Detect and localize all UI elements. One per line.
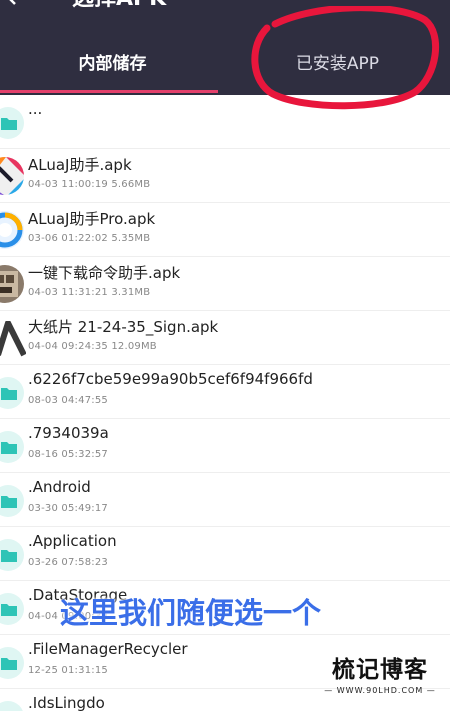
page-title: 选择APK: [72, 0, 166, 12]
app-header: 选择APK 内部储存 已安装APP: [0, 0, 450, 95]
file-name: .7934039a: [28, 424, 109, 442]
overlay-caption: 这里我们随便选一个: [60, 596, 322, 630]
tab-internal-storage[interactable]: 内部储存: [0, 40, 225, 88]
folder-icon: [0, 593, 24, 625]
aluaj-pro-app-icon: [0, 211, 24, 249]
folder-icon: [0, 431, 24, 463]
folder-icon: [0, 539, 24, 571]
file-name: 大纸片 21-24-35_Sign.apk: [28, 318, 219, 336]
file-name: .6226f7cbe59e99a90b5cef6f94f966fd: [28, 370, 313, 388]
file-name: ALuaJ助手.apk: [28, 156, 132, 174]
list-item-folder[interactable]: .6226f7cbe59e99a90b5cef6f94f966fd 08-03 …: [0, 365, 450, 419]
folder-icon: [0, 107, 24, 139]
file-name: .Application: [28, 532, 117, 550]
title-bar: 选择APK: [0, 0, 450, 18]
watermark: 梳记博客 — WWW.90LHD.COM —: [315, 650, 445, 700]
list-item-parent-folder[interactable]: ...: [0, 95, 450, 149]
file-name: .Android: [28, 478, 91, 496]
watermark-title: 梳记博客: [332, 657, 428, 683]
download-helper-app-icon: [0, 265, 24, 303]
file-meta: 03-06 01:22:02 5.35MB: [28, 233, 151, 244]
file-name: .IdsLingdo: [28, 694, 105, 711]
file-name: 一键下载命令助手.apk: [28, 264, 181, 282]
folder-icon: [0, 377, 24, 409]
list-item-folder[interactable]: .7934039a 08-16 05:32:57: [0, 419, 450, 473]
list-item-folder[interactable]: .Android 03-30 05:49:17: [0, 473, 450, 527]
file-meta: 12-25 01:31:15: [28, 665, 108, 676]
aluaj-app-icon: [0, 157, 24, 195]
file-name: ...: [28, 100, 43, 118]
file-meta: 08-03 04:47:55: [28, 395, 108, 406]
list-item-apk[interactable]: ALuaJ助手.apk 04-03 11:00:19 5.66MB: [0, 149, 450, 203]
file-meta: 08-16 05:32:57: [28, 449, 108, 460]
file-meta: 04-04 09:24:35 12.09MB: [28, 341, 157, 352]
file-name: .FileManagerRecycler: [28, 640, 188, 658]
list-item-apk[interactable]: 大纸片 21-24-35_Sign.apk 04-04 09:24:35 12.…: [0, 311, 450, 365]
tab-installed-apps[interactable]: 已安装APP: [225, 40, 450, 88]
file-meta: 04-03 11:31:21 3.31MB: [28, 287, 151, 298]
file-meta: 03-30 05:49:17: [28, 503, 108, 514]
folder-icon: [0, 647, 24, 679]
paper-app-icon: [0, 321, 26, 357]
folder-icon: [0, 701, 23, 711]
file-name: ALuaJ助手Pro.apk: [28, 210, 156, 228]
watermark-url: — WWW.90LHD.COM —: [324, 686, 436, 695]
tab-active-indicator: [0, 90, 218, 93]
list-item-apk[interactable]: 一键下载命令助手.apk 04-03 11:31:21 3.31MB: [0, 257, 450, 311]
list-item-folder[interactable]: .Application 03-26 07:58:23: [0, 527, 450, 581]
back-arrow-icon[interactable]: [0, 0, 24, 8]
folder-icon: [0, 485, 24, 517]
file-meta: 03-26 07:58:23: [28, 557, 108, 568]
list-item-apk[interactable]: ALuaJ助手Pro.apk 03-06 01:22:02 5.35MB: [0, 203, 450, 257]
file-meta: 04-03 11:00:19 5.66MB: [28, 179, 151, 190]
